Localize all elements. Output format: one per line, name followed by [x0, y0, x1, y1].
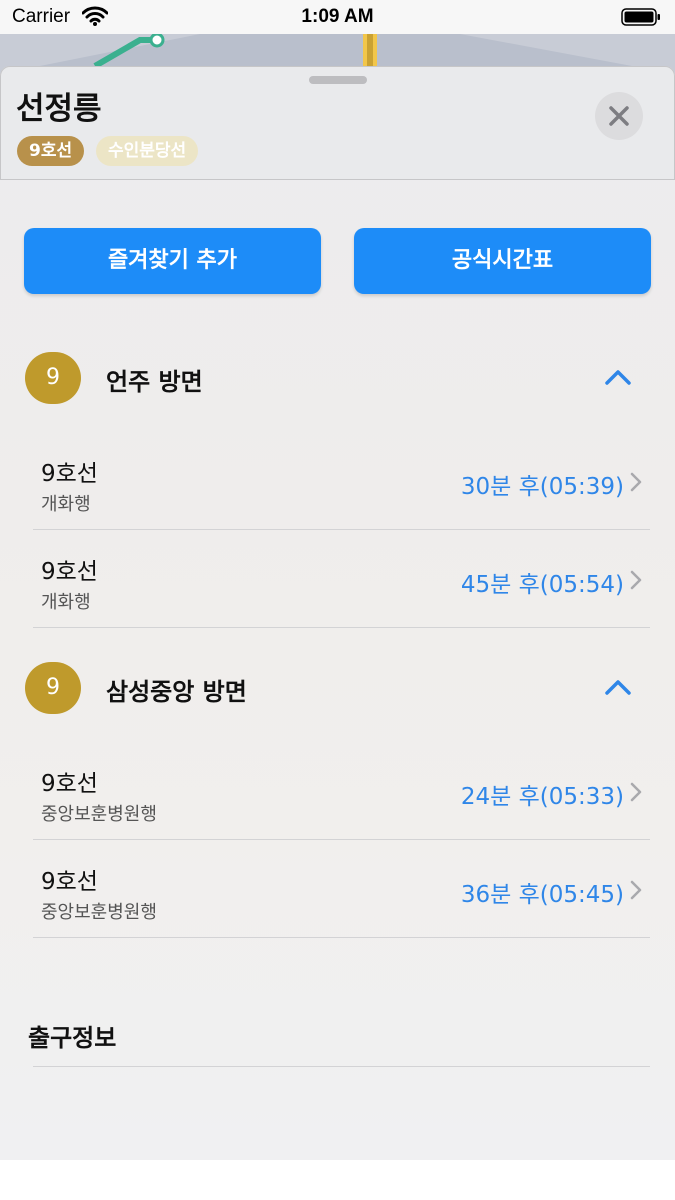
train-destination: 중앙보훈병원행 — [41, 902, 157, 923]
train-row[interactable]: 9호선 개화행 30분 후(05:39) — [33, 432, 650, 530]
close-icon — [609, 106, 629, 126]
line-badge-9[interactable]: 9호선 — [17, 136, 85, 166]
direction-title: 삼성중앙 방면 — [106, 678, 247, 706]
official-timetable-button[interactable]: 공식시간표 — [354, 228, 651, 294]
chevron-right-icon — [630, 782, 642, 802]
direction-title: 언주 방면 — [106, 368, 203, 396]
chevron-right-icon — [630, 472, 642, 492]
exit-info-title[interactable]: 출구정보 — [28, 1018, 116, 1053]
sheet-grabber[interactable] — [309, 76, 367, 84]
train-row[interactable]: 9호선 개화행 45분 후(05:54) — [33, 530, 650, 628]
train-row[interactable]: 9호선 중앙보훈병원행 36분 후(05:45) — [33, 840, 650, 938]
add-favorite-button[interactable]: 즐겨찾기 추가 — [24, 228, 321, 294]
station-name: 선정릉 — [16, 91, 102, 127]
chevron-right-icon — [630, 880, 642, 900]
line-badge-suin-bundang[interactable]: 수인분당선 — [96, 136, 199, 166]
divider — [33, 1066, 650, 1067]
line-number-badge: 9 — [25, 662, 81, 714]
train-row[interactable]: 9호선 중앙보훈병원행 24분 후(05:33) — [33, 742, 650, 840]
station-sheet: 선정릉 9호선 수인분당선 즐겨찾기 추가 공식시간표 9 언주 방면 9호선 … — [0, 66, 675, 1160]
chevron-up-icon[interactable] — [604, 678, 632, 696]
battery-icon — [621, 8, 661, 26]
direction-header-samseongjungang[interactable]: 9 삼성중앙 방면 — [0, 658, 675, 718]
train-line: 9호선 — [41, 559, 98, 585]
clock: 1:09 AM — [301, 6, 374, 27]
chevron-right-icon — [630, 570, 642, 590]
train-line: 9호선 — [41, 461, 98, 487]
train-arrival: 45분 후(05:54) — [460, 572, 624, 598]
sheet-header: 선정릉 9호선 수인분당선 — [0, 66, 675, 180]
bottom-safe-area — [0, 1160, 675, 1200]
train-destination: 중앙보훈병원행 — [41, 804, 157, 825]
train-line: 9호선 — [41, 771, 98, 797]
line-number-badge: 9 — [25, 352, 81, 404]
train-line: 9호선 — [41, 869, 98, 895]
train-arrival: 24분 후(05:33) — [460, 784, 624, 810]
chevron-up-icon[interactable] — [604, 368, 632, 386]
direction-header-eonju[interactable]: 9 언주 방면 — [0, 348, 675, 408]
status-bar: Carrier 1:09 AM — [0, 0, 675, 34]
close-button[interactable] — [595, 92, 643, 140]
train-arrival: 30분 후(05:39) — [460, 474, 624, 500]
train-arrival: 36분 후(05:45) — [460, 882, 624, 908]
train-destination: 개화행 — [41, 592, 91, 613]
train-destination: 개화행 — [41, 494, 91, 515]
